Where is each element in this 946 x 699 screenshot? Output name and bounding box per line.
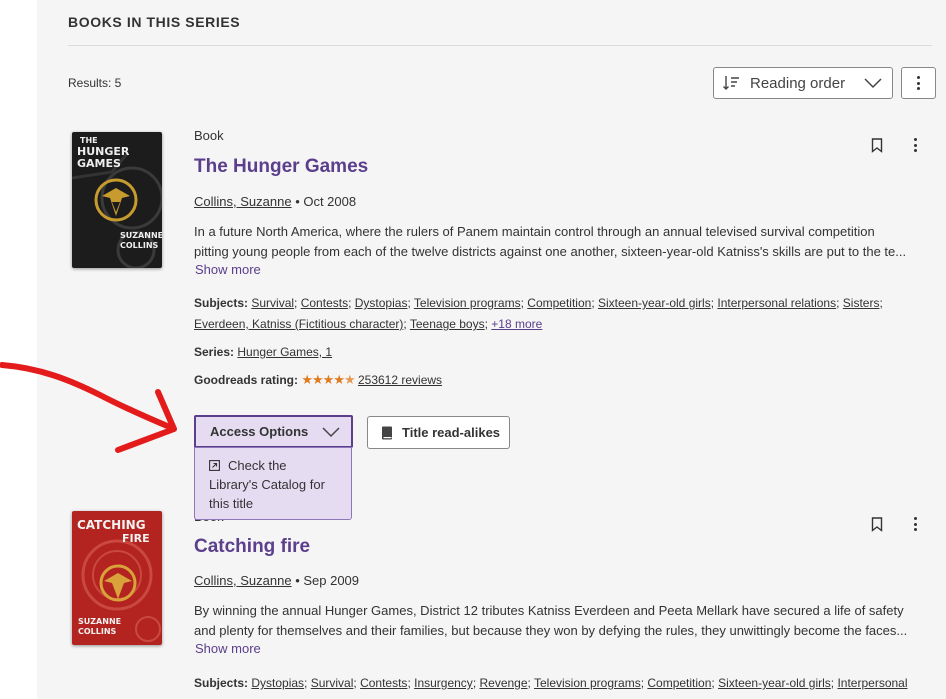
subject-link[interactable]: Revenge [479, 676, 527, 690]
cover-text: COLLINS [78, 627, 117, 636]
subject-link[interactable]: Sixteen-year-old girls [598, 296, 711, 310]
cover-text: THE [80, 136, 98, 145]
subject-link[interactable]: Insurgency [414, 676, 473, 690]
star-icon: ★ [301, 372, 313, 387]
reviews-link[interactable]: 253612 reviews [358, 373, 442, 387]
subject-link[interactable]: Survival [251, 296, 294, 310]
read-alikes-label: Title read-alikes [402, 425, 501, 440]
star-icon: ★ [343, 372, 356, 387]
subject-link[interactable]: Everdeen, Katniss (Fictitious character) [194, 317, 403, 331]
title-read-alikes-button[interactable]: Title read-alikes [367, 416, 510, 449]
description-line: pitting young people from each of the tw… [194, 244, 907, 259]
access-options-button[interactable]: Access Options [194, 415, 353, 448]
byline: Collins, Suzanne • Oct 2008 [194, 194, 356, 209]
subject-link[interactable]: Dystopias [251, 676, 304, 690]
subjects: Subjects: Survival; Contests; Dystopias;… [194, 296, 883, 331]
cover-text: CATCHING [77, 518, 146, 532]
item-more-button[interactable] [906, 515, 924, 533]
series-label: Series: [194, 345, 235, 359]
subject-link[interactable]: Sisters [843, 296, 880, 310]
cover-text: FIRE [122, 532, 150, 545]
chevron-down-icon [864, 78, 882, 89]
cover-text: SUZANNE [120, 231, 162, 240]
description-line: In a future North America, where the rul… [194, 224, 875, 239]
author-link[interactable]: Collins, Suzanne [194, 194, 292, 209]
section-title: BOOKS IN THIS SERIES [68, 14, 241, 30]
book-cover[interactable]: CATCHING FIRE SUZANNE COLLINS [72, 511, 162, 645]
book-icon [382, 426, 392, 439]
annotation-arrow [0, 362, 177, 453]
star-icon: ★ [322, 372, 335, 387]
chevron-down-icon [322, 426, 340, 437]
more-vertical-icon [917, 76, 920, 90]
subject-link[interactable]: Sixteen-year-old girls [718, 676, 831, 690]
item-more-button[interactable] [906, 136, 924, 154]
subject-link[interactable]: Competition [647, 676, 711, 690]
rating-row: Goodreads rating: ★★★★★ 253612 reviews [194, 369, 930, 391]
bookmark-button[interactable] [868, 515, 886, 533]
book-cover[interactable]: THE HUNGER GAMES SUZANNE COLLINS [72, 132, 162, 268]
subject-link[interactable]: Interpersonal [837, 676, 907, 690]
byline: Collins, Suzanne • Sep 2009 [194, 573, 359, 588]
subject-link[interactable]: Contests [360, 676, 407, 690]
cover-text: SUZANNE [78, 617, 121, 626]
rating-label: Goodreads rating: [194, 373, 299, 387]
access-options-menu-item[interactable]: Check the Library's Catalog for this tit… [194, 447, 352, 520]
more-subjects-link[interactable]: +18 more [491, 317, 542, 331]
subject-link[interactable]: Interpersonal relations [717, 296, 836, 310]
subject-link[interactable]: Contests [301, 296, 348, 310]
bookmark-icon [871, 137, 883, 153]
cover-text: GAMES [77, 157, 121, 170]
sort-label: Reading order [750, 74, 846, 92]
show-more-link[interactable]: Show more [195, 641, 261, 656]
bookmark-icon [871, 516, 883, 532]
subject-link[interactable]: Television programs [534, 676, 641, 690]
description: In a future North America, where the rul… [194, 222, 930, 262]
list-options-button[interactable] [901, 67, 936, 99]
external-link-icon [209, 460, 220, 471]
subjects-label: Subjects: [194, 676, 252, 690]
cover-text: COLLINS [120, 241, 159, 250]
section-divider [68, 45, 932, 46]
sort-select[interactable]: Reading order [713, 67, 893, 99]
pub-date: • Sep 2009 [295, 573, 360, 588]
subject-link[interactable]: Survival [311, 676, 354, 690]
star-rating: ★★★★★ [301, 372, 356, 387]
access-options-label: Access Options [210, 424, 309, 439]
catalog-link-label: Check the Library's Catalog for this tit… [209, 458, 325, 511]
subject-link[interactable]: Television programs [414, 296, 521, 310]
bookmark-button[interactable] [868, 136, 886, 154]
subject-link[interactable]: Dystopias [355, 296, 408, 310]
book-title[interactable]: The Hunger Games [194, 156, 368, 178]
author-link[interactable]: Collins, Suzanne [194, 573, 292, 588]
results-count: Results: 5 [68, 76, 122, 90]
sort-order-icon [723, 76, 739, 90]
more-vertical-icon [913, 138, 917, 152]
series-row: Series: Hunger Games, 1 [194, 342, 930, 363]
subject-link[interactable]: Teenage boys [410, 317, 485, 331]
description: By winning the annual Hunger Games, Dist… [194, 601, 930, 641]
subjects-label: Subjects: [194, 296, 252, 310]
star-icon: ★ [333, 372, 345, 387]
description-line: and plenty for themselves and their fami… [194, 623, 908, 638]
book-title[interactable]: Catching fire [194, 536, 310, 558]
pub-date: • Oct 2008 [295, 194, 357, 209]
star-icon: ★ [312, 372, 324, 387]
subject-link[interactable]: Competition [527, 296, 591, 310]
show-more-link[interactable]: Show more [195, 262, 261, 277]
more-vertical-icon [913, 517, 917, 531]
description-line: By winning the annual Hunger Games, Dist… [194, 603, 904, 618]
item-type: Book [194, 128, 224, 143]
subjects: Subjects: Dystopias; Survival; Contests;… [194, 676, 908, 690]
series-link[interactable]: Hunger Games, 1 [237, 345, 332, 359]
